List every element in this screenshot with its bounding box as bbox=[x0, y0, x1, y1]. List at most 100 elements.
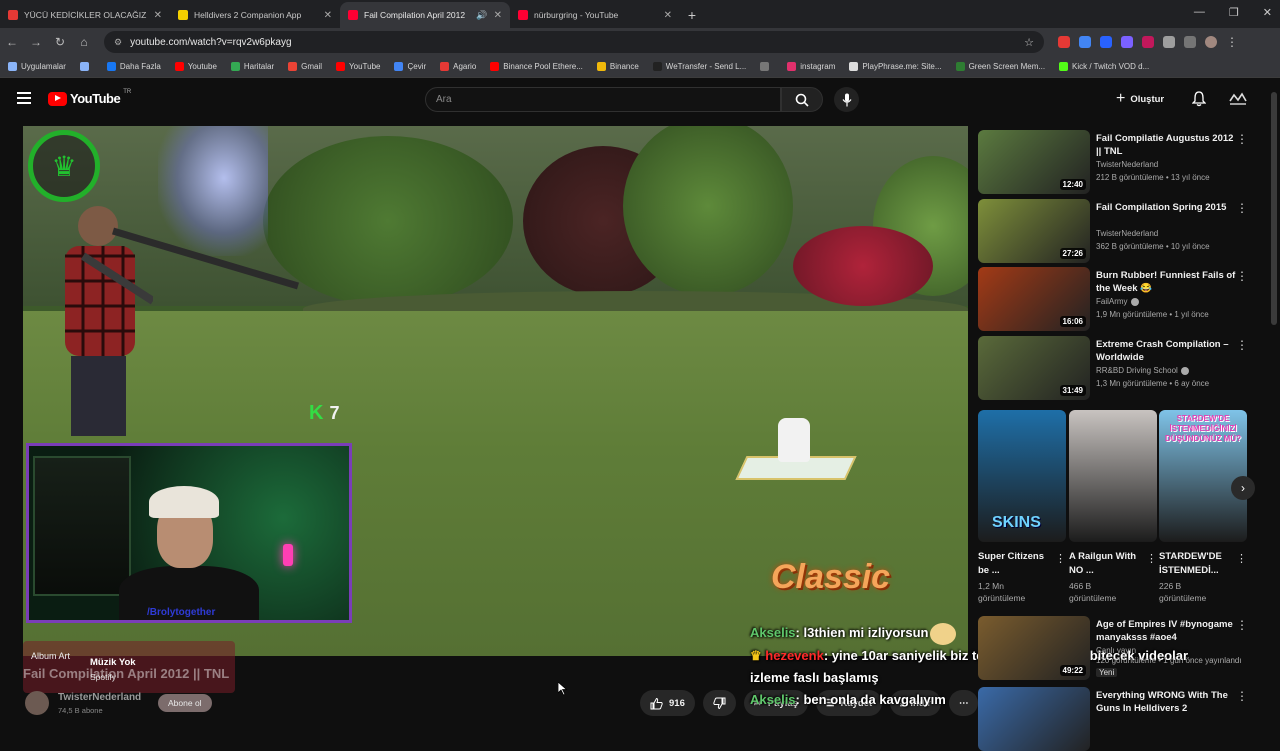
channel-avatar[interactable] bbox=[25, 691, 49, 715]
page-scrollbar[interactable] bbox=[1271, 92, 1277, 325]
channel-name[interactable]: TwisterNederland bbox=[1096, 160, 1158, 169]
extension-icon[interactable] bbox=[1058, 36, 1070, 48]
tab-0[interactable]: YÜCÜ KEDİCİKLER OLACAĞIZ ✕ bbox=[0, 2, 170, 28]
close-icon[interactable]: ✕ bbox=[664, 10, 672, 21]
short-thumbnail[interactable]: SKINS bbox=[978, 410, 1066, 542]
home-icon[interactable]: ⌂ bbox=[72, 35, 96, 49]
search-input[interactable]: Ara bbox=[425, 87, 781, 112]
channel-name[interactable]: RR&BD Driving School bbox=[1096, 366, 1189, 375]
forward-icon[interactable]: → bbox=[24, 35, 48, 49]
bookmark-item[interactable]: Gmail bbox=[288, 62, 322, 71]
video-title[interactable]: Burn Rubber! Funniest Fails of the Week … bbox=[1096, 269, 1236, 295]
bookmark-item[interactable]: PlayPhrase.me: Site... bbox=[849, 62, 942, 71]
recommended-video[interactable]: 31:49 Extreme Crash Compilation – Worldwi… bbox=[978, 336, 1248, 400]
channel-name[interactable]: Canlı yayın bbox=[1096, 646, 1136, 655]
bookmark-item[interactable]: Green Screen Mem... bbox=[955, 62, 1045, 71]
reload-icon[interactable]: ↻ bbox=[48, 35, 72, 49]
more-options-icon[interactable]: ⋮ bbox=[1146, 552, 1157, 565]
subscribe-button[interactable]: Abone ol bbox=[158, 694, 212, 712]
short-title[interactable]: A Railgun With NO ... bbox=[1069, 550, 1143, 578]
bookmark-item[interactable]: YouTube bbox=[336, 62, 380, 71]
video-title[interactable]: Fail Compilatie Augustus 2012 || TNL bbox=[1096, 132, 1236, 158]
extension-icon[interactable] bbox=[1079, 36, 1091, 48]
extension-icon[interactable] bbox=[1100, 36, 1112, 48]
more-options-icon[interactable]: ⋮ bbox=[1236, 269, 1248, 283]
url-field[interactable]: ⚙ youtube.com/watch?v=rqv2w6pkayg ☆ bbox=[104, 31, 1044, 53]
short-title[interactable]: STARDEW'DE İSTENMEDİ... bbox=[1159, 550, 1233, 578]
video-thumbnail[interactable]: 27:26 bbox=[978, 199, 1090, 263]
tab-3[interactable]: nürburgring - YouTube ✕ bbox=[510, 2, 680, 28]
video-title[interactable]: Everything WRONG With The Guns In Helldi… bbox=[1096, 689, 1236, 715]
profile-avatar-icon[interactable] bbox=[1205, 36, 1217, 48]
puzzle-icon[interactable] bbox=[1163, 36, 1175, 48]
media-icon[interactable] bbox=[1184, 36, 1196, 48]
channel-name[interactable]: FailArmy bbox=[1096, 297, 1139, 306]
short-thumbnail[interactable] bbox=[1069, 410, 1157, 542]
recommended-video[interactable]: 49:22 Age of Empires IV #bynogame manyaks… bbox=[978, 616, 1248, 680]
back-icon[interactable]: ← bbox=[0, 35, 24, 49]
more-options-icon[interactable]: ⋮ bbox=[1236, 201, 1248, 215]
more-options-icon[interactable]: ⋮ bbox=[1236, 618, 1248, 632]
bookmark-item[interactable] bbox=[79, 62, 93, 71]
channel-name[interactable]: TwisterNederland bbox=[58, 692, 141, 703]
channel-name[interactable]: TwisterNederland bbox=[1096, 229, 1158, 238]
video-thumbnail[interactable]: 12:40 bbox=[978, 130, 1090, 194]
recommended-video[interactable]: 16:06 Burn Rubber! Funniest Fails of the … bbox=[978, 267, 1248, 331]
hamburger-menu-icon[interactable] bbox=[17, 92, 31, 104]
short-video[interactable]: STARDEW'DE İSTENMEDİĞİNİZİ DÜŞÜNDÜNÜZ MÜ… bbox=[1159, 410, 1247, 604]
more-options-icon[interactable]: ⋮ bbox=[1055, 552, 1066, 565]
youtube-logo[interactable]: YouTube TR bbox=[48, 89, 131, 106]
more-options-icon[interactable]: ⋮ bbox=[1236, 132, 1248, 146]
bookmark-item[interactable]: Agario bbox=[440, 62, 476, 71]
video-thumbnail[interactable]: 31:49 bbox=[978, 336, 1090, 400]
close-icon[interactable]: ✕ bbox=[494, 10, 502, 21]
notifications-bell-icon[interactable] bbox=[1192, 91, 1206, 107]
account-avatar-icon[interactable] bbox=[1228, 91, 1248, 107]
short-thumbnail[interactable]: STARDEW'DE İSTENMEDİĞİNİZİ DÜŞÜNDÜNÜZ MÜ… bbox=[1159, 410, 1247, 542]
extension-icon[interactable] bbox=[1142, 36, 1154, 48]
video-title[interactable]: Fail Compilation Spring 2015 bbox=[1096, 201, 1236, 214]
recommended-video[interactable]: 27:26 Fail Compilation Spring 2015 Twister… bbox=[978, 199, 1248, 263]
tab-2[interactable]: Fail Compilation April 2012 🔊 ✕ bbox=[340, 2, 510, 28]
bookmark-item[interactable]: Daha Fazla bbox=[106, 62, 161, 71]
site-info-icon[interactable]: ⚙ bbox=[114, 37, 122, 48]
close-window-icon[interactable]: ✕ bbox=[1263, 6, 1272, 19]
video-title[interactable]: Extreme Crash Compilation – Worldwide bbox=[1096, 338, 1236, 364]
video-title[interactable]: Age of Empires IV #bynogame manyaksss #a… bbox=[1096, 618, 1236, 644]
bookmark-item[interactable]: instagram bbox=[787, 62, 835, 71]
bookmark-item[interactable] bbox=[760, 62, 773, 71]
bookmark-item[interactable]: Kick / Twitch VOD d... bbox=[1059, 62, 1149, 71]
more-options-icon[interactable]: ⋮ bbox=[1236, 552, 1247, 565]
tab-1[interactable]: Helldivers 2 Companion App ✕ bbox=[170, 2, 340, 28]
bookmark-item[interactable]: WeTransfer - Send L... bbox=[652, 62, 746, 71]
voice-search-button[interactable] bbox=[834, 87, 859, 112]
new-tab-button[interactable]: + bbox=[680, 2, 704, 28]
video-thumbnail[interactable] bbox=[978, 687, 1090, 751]
dislike-button[interactable] bbox=[702, 690, 736, 716]
bookmark-item[interactable]: Haritalar bbox=[230, 62, 274, 71]
bookmark-item[interactable]: Binance Pool Ethere... bbox=[490, 62, 583, 71]
video-thumbnail[interactable]: 49:22 bbox=[978, 616, 1090, 680]
recommended-video[interactable]: 12:40 Fail Compilatie Augustus 2012 || TN… bbox=[978, 130, 1248, 194]
shorts-next-button[interactable]: › bbox=[1231, 476, 1255, 500]
more-options-icon[interactable]: ⋮ bbox=[1236, 338, 1248, 352]
short-video[interactable]: SKINS Super Citizens be ... 1,2 Mn görüntül… bbox=[978, 410, 1066, 604]
create-button[interactable]: + Oluştur bbox=[1116, 89, 1164, 109]
close-icon[interactable]: ✕ bbox=[154, 10, 162, 21]
video-thumbnail[interactable]: 16:06 bbox=[978, 267, 1090, 331]
close-icon[interactable]: ✕ bbox=[324, 10, 332, 21]
bookmark-item[interactable]: Youtube bbox=[174, 62, 217, 71]
short-video[interactable]: A Railgun With NO ... 466 B görüntüleme ⋮ bbox=[1069, 410, 1157, 604]
bookmark-item[interactable]: Uygulamalar bbox=[8, 62, 66, 71]
recommended-video[interactable]: Everything WRONG With The Guns In Helldi… bbox=[978, 687, 1248, 751]
restore-icon[interactable]: ❐ bbox=[1229, 6, 1239, 19]
bookmark-star-icon[interactable]: ☆ bbox=[1024, 36, 1034, 49]
more-options-icon[interactable]: ⋮ bbox=[1236, 689, 1248, 703]
short-title[interactable]: Super Citizens be ... bbox=[978, 550, 1052, 578]
minimize-icon[interactable]: — bbox=[1194, 6, 1205, 19]
bookmark-item[interactable]: Çevir bbox=[394, 62, 426, 71]
bookmark-item[interactable]: Binance bbox=[596, 62, 639, 71]
menu-kebab-icon[interactable]: ⋮ bbox=[1226, 35, 1238, 49]
search-button[interactable] bbox=[781, 87, 823, 112]
like-button[interactable]: 916 bbox=[640, 690, 695, 716]
